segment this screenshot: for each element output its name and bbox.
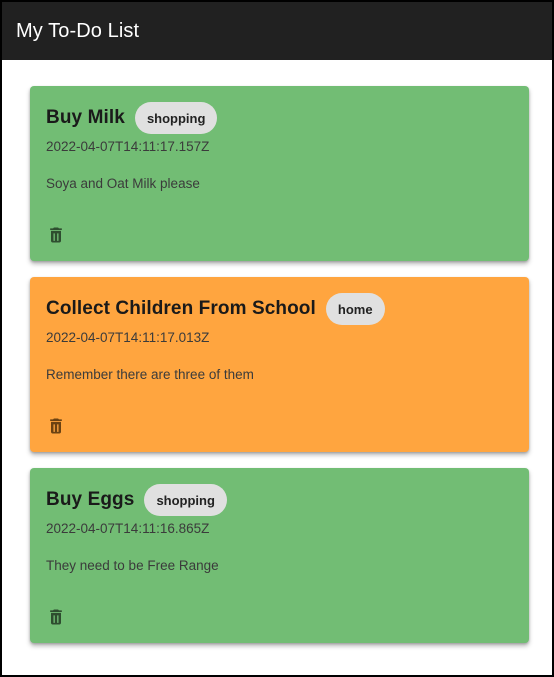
- tag-chip: shopping: [134, 102, 218, 134]
- todo-title: Collect Children From School: [46, 298, 316, 319]
- todo-timestamp: 2022-04-07T14:11:16.865Z: [46, 521, 210, 536]
- trash-icon: [50, 227, 62, 243]
- delete-button[interactable]: [40, 219, 72, 251]
- todo-description: Remember there are three of them: [46, 367, 254, 382]
- todo-card: Buy Eggs shopping 2022-04-07T14:11:16.86…: [30, 468, 529, 643]
- todo-card-header: Collect Children From School home: [46, 293, 513, 325]
- todo-card-header: Buy Milk shopping: [46, 102, 513, 134]
- todo-card-header: Buy Eggs shopping: [46, 484, 513, 516]
- todo-list: Buy Milk shopping 2022-04-07T14:11:17.15…: [30, 86, 529, 659]
- tag-chip: home: [325, 293, 385, 325]
- app-bar: My To-Do List: [2, 2, 552, 60]
- todo-timestamp: 2022-04-07T14:11:17.013Z: [46, 330, 210, 345]
- tag-chip: shopping: [144, 484, 227, 516]
- trash-icon: [50, 418, 62, 434]
- app-window: My To-Do List Buy Milk shopping 2022-04-…: [2, 2, 552, 675]
- todo-title: Buy Eggs: [46, 489, 135, 510]
- delete-button[interactable]: [40, 601, 72, 633]
- delete-button[interactable]: [40, 410, 72, 442]
- trash-icon: [50, 609, 62, 625]
- todo-timestamp: 2022-04-07T14:11:17.157Z: [46, 139, 210, 154]
- todo-card: Collect Children From School home 2022-0…: [30, 277, 529, 452]
- todo-description: Soya and Oat Milk please: [46, 176, 200, 191]
- todo-card: Buy Milk shopping 2022-04-07T14:11:17.15…: [30, 86, 529, 261]
- todo-title: Buy Milk: [46, 107, 125, 128]
- todo-description: They need to be Free Range: [46, 558, 219, 573]
- app-title: My To-Do List: [16, 19, 140, 42]
